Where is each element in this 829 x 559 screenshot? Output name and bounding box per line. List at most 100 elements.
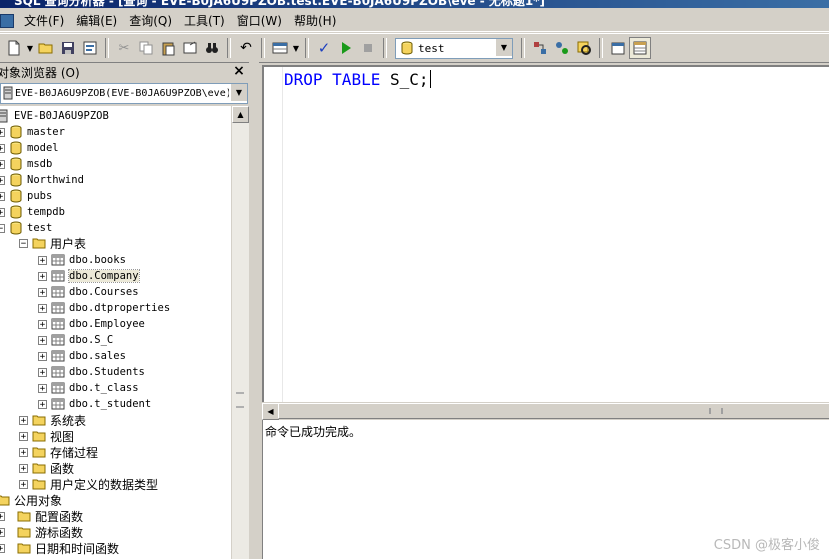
tree-database-pubs[interactable]: + pubs [0,188,52,204]
open-folder-icon[interactable] [36,38,56,58]
tree-folder-config-functions[interactable]: + 配置函数 [0,508,83,524]
expand-icon[interactable]: + [0,543,5,553]
save-icon[interactable] [58,38,78,58]
expand-icon[interactable]: + [0,511,5,521]
expand-icon[interactable]: + [0,207,5,217]
object-browser-toggle-icon[interactable] [629,37,651,59]
chevron-up-icon[interactable]: ▲ [232,106,249,123]
expand-icon[interactable]: + [38,271,47,281]
chevron-down-icon[interactable]: ▼ [230,84,247,101]
tree-folder-user-defined-types[interactable]: + 用户定义的数据类型 [19,476,158,492]
tree-table-courses[interactable]: + dbo.Courses [38,284,139,300]
tree-folder-stored-procedures[interactable]: + 存储过程 [19,444,98,460]
query-editor[interactable]: DROP TABLE S_C; [262,65,829,404]
tree-table-company[interactable]: + dbo.Company [38,268,140,284]
tree-table-students[interactable]: + dbo.Students [38,364,145,380]
collapse-icon[interactable]: − [19,238,28,248]
expand-icon[interactable]: + [19,479,28,489]
tree-folder-functions[interactable]: + 函数 [19,460,74,476]
expand-icon[interactable]: + [0,159,5,169]
new-query-icon[interactable] [4,38,24,58]
tree-table-t-student[interactable]: + dbo.t_student [38,396,151,412]
tree-database-model[interactable]: + model [0,140,59,156]
expand-icon[interactable]: + [38,399,47,409]
tree-table-employee[interactable]: + dbo.Employee [38,316,145,332]
object-browser-header: 对象浏览器 (O) × [0,62,249,82]
expand-icon[interactable]: + [19,463,28,473]
expand-icon[interactable]: + [38,319,47,329]
tree-folder-system-tables[interactable]: + 系统表 [19,412,86,428]
tree-folder-datetime-functions[interactable]: + 日期和时间函数 [0,540,119,556]
menu-tools[interactable]: 工具(T) [178,12,231,29]
expand-icon[interactable]: + [19,415,28,425]
menu-help[interactable]: 帮助(H) [288,12,342,29]
properties-icon[interactable] [608,38,628,58]
tree-table-t-class[interactable]: + dbo.t_class [38,380,139,396]
expand-icon[interactable]: + [0,143,5,153]
trace-icon[interactable] [552,38,572,58]
expand-icon[interactable]: + [38,287,47,297]
close-icon[interactable]: × [232,64,246,78]
expand-icon[interactable]: + [38,335,47,345]
index-analysis-icon[interactable] [574,38,594,58]
tree-folder-cursor-functions[interactable]: + 游标函数 [0,524,83,540]
tree-label: dbo.Courses [69,286,139,298]
binoculars-icon[interactable] [202,38,222,58]
tree-database-tempdb[interactable]: + tempdb [0,204,65,220]
find-icon[interactable] [180,38,200,58]
paste-icon[interactable] [158,38,178,58]
database-select[interactable]: test ▼ [395,37,513,59]
cut-icon[interactable]: ✂ [114,38,134,58]
expand-icon[interactable]: + [38,303,47,313]
dropdown-arrow-icon[interactable]: ▼ [292,38,300,58]
check-syntax-icon[interactable]: ✓ [314,38,334,58]
chevron-down-icon[interactable]: ▼ [495,38,512,56]
server-select[interactable]: EVE-B0JA6U9PZOB(EVE-B0JA6U9PZOB\eve) ▼ [0,83,248,104]
expand-icon[interactable]: + [38,383,47,393]
expand-icon[interactable]: + [0,191,5,201]
tree-folder-views[interactable]: + 视图 [19,428,74,444]
tree-database-northwind[interactable]: + Northwind [0,172,84,188]
execute-icon[interactable] [336,38,356,58]
tree-database-master[interactable]: + master [0,124,65,140]
menu-edit[interactable]: 编辑(E) [70,12,123,29]
sql-text[interactable]: DROP TABLE S_C; [284,70,431,89]
tree-server-node[interactable]: EVE-B0JA6U9PZOB [0,108,109,124]
expand-icon[interactable]: + [0,175,5,185]
expand-icon[interactable]: + [38,367,47,377]
expand-icon[interactable]: + [0,127,5,137]
scrollbar-grip[interactable] [236,392,244,408]
messages-pane[interactable]: 命令已成功完成。 CSDN @极客小俊 [262,420,829,559]
chevron-left-icon[interactable]: ◀ [262,403,279,420]
tree-database-msdb[interactable]: + msdb [0,156,52,172]
scrollbar-thumb[interactable] [278,403,829,419]
copy-icon[interactable] [136,38,156,58]
tree-table-sales[interactable]: + dbo.sales [38,348,126,364]
display-plan-icon[interactable] [530,38,550,58]
results-grid-icon[interactable] [270,38,290,58]
tree-database-test[interactable]: − test [0,220,52,236]
undo-icon[interactable]: ↶ [236,38,256,58]
expand-icon[interactable]: + [38,255,47,265]
stop-icon[interactable] [358,38,378,58]
app-menu-icon[interactable] [0,13,14,28]
expand-icon[interactable]: + [19,431,28,441]
menu-query[interactable]: 查询(Q) [123,12,178,29]
tree-table-books[interactable]: + dbo.books [38,252,126,268]
pane-splitter[interactable] [249,62,259,559]
menu-file[interactable]: 文件(F) [18,12,70,29]
tree-table-s-c[interactable]: + dbo.S_C [38,332,113,348]
tree-table-dtproperties[interactable]: + dbo.dtproperties [38,300,170,316]
menu-window[interactable]: 窗口(W) [231,12,288,29]
load-script-icon[interactable] [80,38,100,58]
tree-folder-common-objects[interactable]: 公用对象 [0,492,62,508]
object-tree[interactable]: EVE-B0JA6U9PZOB + master + model + msdb … [0,106,231,559]
expand-icon[interactable]: + [0,527,5,537]
collapse-icon[interactable]: − [0,223,5,233]
expand-icon[interactable]: + [38,351,47,361]
tree-folder-user-tables[interactable]: − 用户表 [19,235,86,251]
dropdown-arrow-icon[interactable]: ▼ [26,38,34,58]
tree-scrollbar[interactable]: ▲ [231,106,249,559]
editor-horizontal-scrollbar[interactable]: ◀ [262,402,829,420]
expand-icon[interactable]: + [19,447,28,457]
